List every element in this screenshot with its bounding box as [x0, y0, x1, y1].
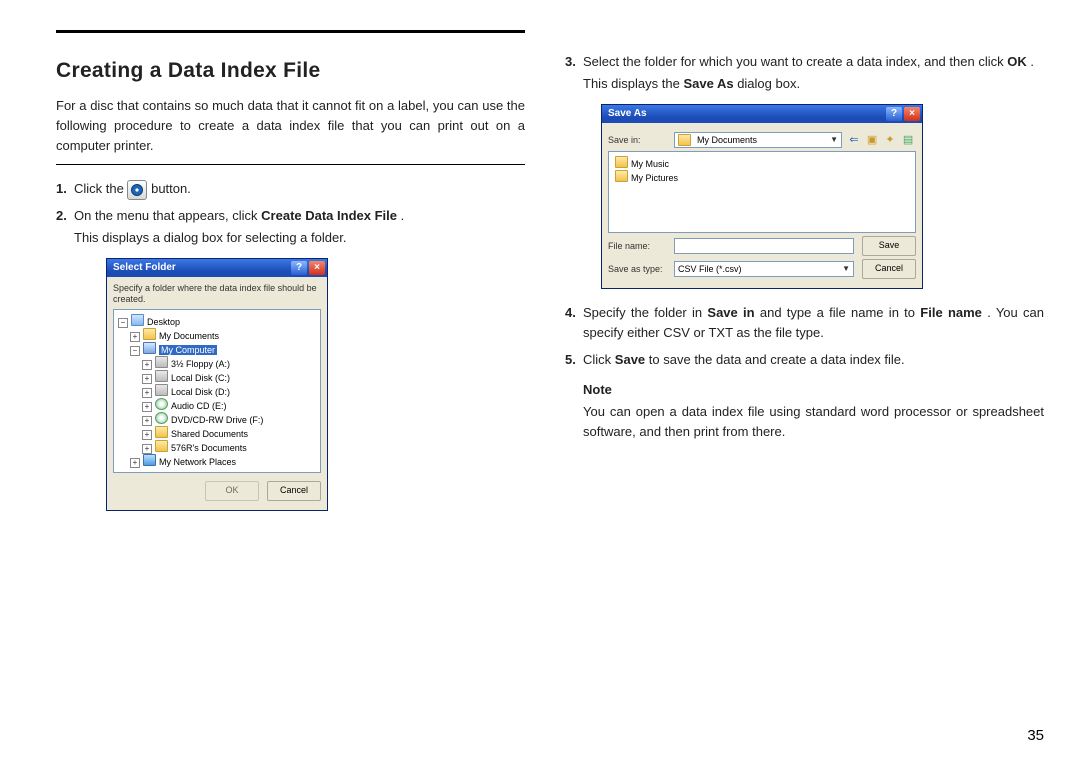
tree-drive-e[interactable]: Audio CD (E:)	[171, 401, 227, 411]
folder-tree[interactable]: −Desktop +My Documents −My Computer +3½ …	[113, 309, 321, 473]
step3-text-c: .	[1030, 54, 1034, 69]
step2-text-c: .	[401, 208, 405, 223]
step3-sub-a: This displays the	[583, 76, 683, 91]
tree-drive-d[interactable]: Local Disk (D:)	[171, 387, 230, 397]
step4-c: and type a file name in to	[760, 305, 920, 320]
save-in-value[interactable]: My Documents	[697, 135, 827, 146]
save-button[interactable]: Save	[862, 236, 916, 256]
step-2: 2. On the menu that appears, click Creat…	[56, 206, 525, 248]
disc-menu-icon	[127, 180, 147, 200]
step3-bold: OK	[1007, 54, 1027, 69]
tree-mycomputer[interactable]: My Computer	[159, 345, 217, 355]
step-5: 5. Click Save to save the data and creat…	[565, 350, 1044, 370]
tree-shared[interactable]: Shared Documents	[171, 429, 248, 439]
step2-sub: This displays a dialog box for selecting…	[74, 228, 525, 248]
step5-c: to save the data and create a data index…	[649, 352, 905, 367]
up-folder-icon[interactable]: ▣	[864, 132, 880, 148]
tree-drive-f[interactable]: DVD/CD-RW Drive (F:)	[171, 415, 263, 425]
dialog-title: Save As	[608, 108, 647, 120]
step3-text-a: Select the folder for which you want to …	[583, 54, 1007, 69]
cancel-button[interactable]: Cancel	[267, 481, 321, 501]
chevron-down-icon[interactable]: ▼	[842, 264, 850, 274]
dialog-hint: Specify a folder where the data index fi…	[113, 283, 321, 305]
tree-network[interactable]: My Network Places	[159, 457, 236, 467]
cancel-button[interactable]: Cancel	[862, 259, 916, 279]
step4-b: Save in	[707, 305, 754, 320]
ok-button[interactable]: OK	[205, 481, 259, 501]
dialog-titlebar: Select Folder ? ×	[107, 259, 327, 277]
close-icon[interactable]: ×	[309, 261, 325, 275]
step-4: 4. Specify the folder in Save in and typ…	[565, 303, 1044, 343]
page-title: Creating a Data Index File	[56, 55, 525, 88]
save-as-dialog: Save As ? × Save in: My Documents ▼ ⇐	[601, 104, 923, 289]
tree-userdocs[interactable]: 576R's Documents	[171, 443, 247, 453]
step3-sub-b: Save As	[683, 76, 733, 91]
intro-text: For a disc that contains so much data th…	[56, 96, 525, 156]
step4-a: Specify the folder in	[583, 305, 707, 320]
step-3: 3. Select the folder for which you want …	[565, 52, 1044, 94]
dialog-title: Select Folder	[113, 262, 176, 274]
views-icon[interactable]: ▤	[900, 132, 916, 148]
step4-d: File name	[920, 305, 982, 320]
list-item[interactable]: My Pictures	[631, 173, 678, 183]
note-heading: Note	[583, 380, 1044, 400]
tree-drive-c[interactable]: Local Disk (C:)	[171, 373, 230, 383]
note-text: You can open a data index file using sta…	[583, 402, 1044, 442]
save-in-label: Save in:	[608, 135, 670, 146]
new-folder-icon[interactable]: ✦	[882, 132, 898, 148]
step2-text-a: On the menu that appears, click	[74, 208, 261, 223]
dialog-titlebar: Save As ? ×	[602, 105, 922, 123]
step2-command: Create Data Index File	[261, 208, 397, 223]
help-icon[interactable]: ?	[291, 261, 307, 275]
tree-mydocs[interactable]: My Documents	[159, 331, 219, 341]
select-folder-dialog: Select Folder ? × Specify a folder where…	[106, 258, 328, 511]
list-item[interactable]: My Music	[631, 159, 669, 169]
back-icon[interactable]: ⇐	[846, 132, 862, 148]
step5-a: Click	[583, 352, 615, 367]
save-type-select[interactable]: CSV File (*.csv)	[678, 264, 742, 275]
step3-sub-c: dialog box.	[737, 76, 800, 91]
step-1: 1. Click the button.	[56, 179, 525, 200]
page-number: 35	[1027, 727, 1044, 744]
tree-floppy[interactable]: 3½ Floppy (A:)	[171, 359, 230, 369]
close-icon[interactable]: ×	[904, 107, 920, 121]
step5-b: Save	[615, 352, 645, 367]
folder-icon	[678, 134, 691, 146]
step1-pre: Click the	[74, 181, 127, 196]
file-name-input[interactable]	[674, 238, 854, 254]
file-name-label: File name:	[608, 241, 670, 252]
chevron-down-icon[interactable]: ▼	[830, 135, 838, 145]
step1-post: button.	[151, 181, 191, 196]
tree-desktop[interactable]: Desktop	[147, 317, 180, 327]
folder-list[interactable]: My Music My Pictures	[608, 151, 916, 233]
divider	[56, 30, 525, 33]
divider	[56, 164, 525, 165]
save-type-label: Save as type:	[608, 264, 670, 275]
help-icon[interactable]: ?	[886, 107, 902, 121]
